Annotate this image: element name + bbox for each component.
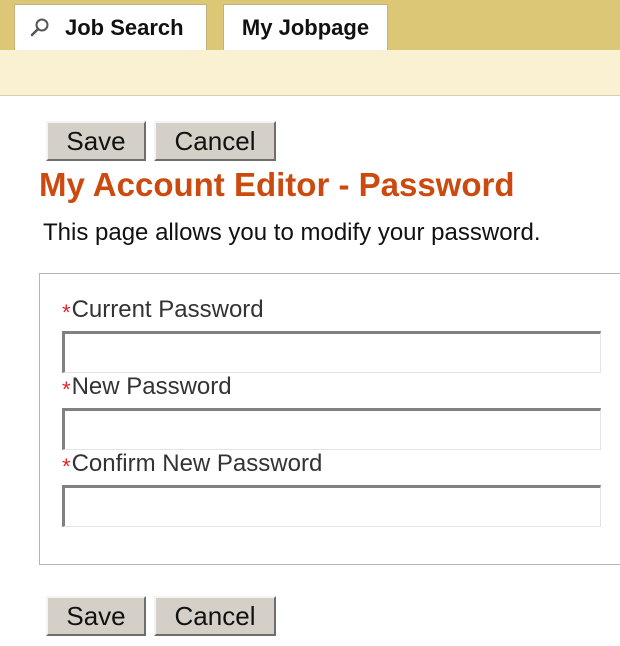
confirm-new-password-input[interactable]	[62, 485, 601, 527]
new-password-input[interactable]	[62, 408, 601, 450]
tab-job-search-label: Job Search	[65, 14, 184, 40]
required-marker: *	[62, 377, 71, 402]
cancel-button[interactable]: Cancel	[154, 596, 276, 636]
tab-my-jobpage-label: My Jobpage	[241, 14, 370, 40]
required-marker: *	[62, 454, 71, 479]
password-form: *Current Password *New Password *Confirm…	[39, 273, 620, 565]
current-password-label: *Current Password	[62, 296, 264, 326]
current-password-label-text: Current Password	[71, 296, 264, 323]
confirm-password-label-text: Confirm New Password	[71, 450, 323, 477]
new-password-label: *New Password	[62, 373, 232, 403]
tab-bar: Job Search My Jobpage	[0, 0, 620, 50]
sub-nav-bar	[0, 50, 620, 96]
cancel-button[interactable]: Cancel	[154, 121, 276, 161]
search-icon	[29, 17, 51, 39]
tab-job-search[interactable]: Job Search	[14, 4, 207, 50]
confirm-password-label: *Confirm New Password	[62, 450, 322, 480]
current-password-input[interactable]	[62, 331, 601, 373]
tab-my-jobpage[interactable]: My Jobpage	[223, 4, 388, 50]
save-button[interactable]: Save	[46, 121, 146, 161]
page-description: This page allows you to modify your pass…	[43, 219, 541, 246]
required-marker: *	[62, 300, 71, 325]
save-button[interactable]: Save	[46, 596, 146, 636]
page-title: My Account Editor - Password	[39, 166, 515, 203]
new-password-label-text: New Password	[71, 373, 232, 400]
